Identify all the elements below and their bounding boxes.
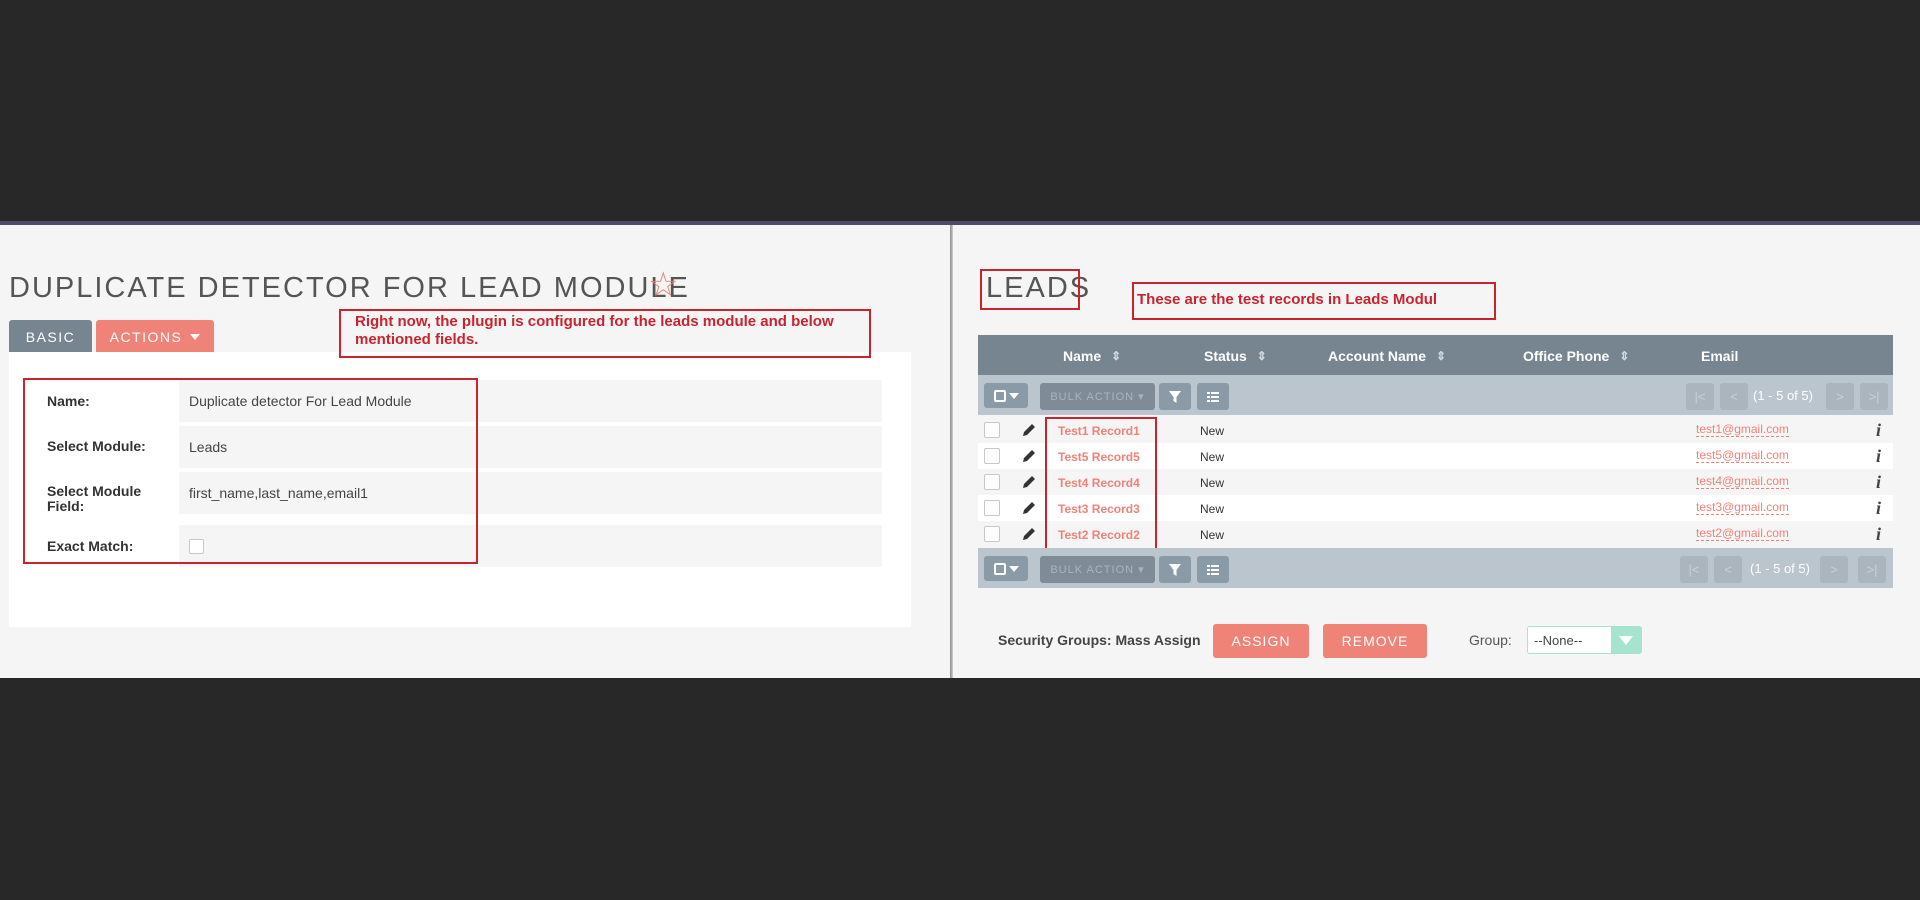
- row-checkbox[interactable]: [984, 422, 1000, 438]
- pagination-count: (1 - 5 of 5): [1753, 388, 1813, 403]
- column-account-name-label: Account Name: [1328, 348, 1427, 364]
- first-page-button[interactable]: |<: [1680, 556, 1708, 583]
- edit-pencil-icon[interactable]: [1020, 499, 1038, 517]
- select-all-dropdown[interactable]: [984, 556, 1028, 581]
- sort-icon: ⇕: [1619, 349, 1630, 363]
- table-header: Name ⇕ Status ⇕ Account Name ⇕ Office Phone…: [978, 335, 1893, 375]
- list-icon: [1207, 391, 1219, 402]
- next-page-button[interactable]: >: [1826, 383, 1854, 410]
- column-status[interactable]: Status ⇕: [1204, 348, 1267, 364]
- info-icon[interactable]: i: [1876, 446, 1881, 467]
- column-chooser-button[interactable]: [1197, 556, 1229, 583]
- actions-label: ACTIONS: [109, 328, 183, 345]
- tab-basic[interactable]: BASIC: [9, 320, 92, 353]
- column-account-name[interactable]: Account Name ⇕: [1328, 348, 1446, 364]
- last-page-button[interactable]: >|: [1860, 383, 1888, 410]
- lead-email-link[interactable]: test1@gmail.com: [1696, 422, 1789, 437]
- edit-pencil-icon[interactable]: [1020, 421, 1038, 439]
- assign-button[interactable]: ASSIGN: [1213, 624, 1309, 658]
- records-names-annotation-box: [1045, 417, 1157, 551]
- list-icon: [1207, 564, 1219, 575]
- lead-status: New: [1200, 528, 1225, 542]
- group-select-value: --None--: [1534, 633, 1583, 648]
- chevron-down-icon: [1008, 392, 1019, 399]
- lead-email-link[interactable]: test4@gmail.com: [1696, 474, 1789, 489]
- sort-icon: ⇕: [1436, 349, 1447, 363]
- info-icon[interactable]: i: [1876, 498, 1881, 519]
- actions-dropdown-button[interactable]: ACTIONS: [96, 320, 214, 353]
- panel-divider[interactable]: [950, 225, 953, 678]
- lead-status: New: [1200, 476, 1225, 490]
- table-toolbar-top: BULK ACTION ▾ |< < (1 - 5 of 5) > >|: [978, 375, 1893, 415]
- fields-annotation-box: [23, 378, 478, 564]
- column-email[interactable]: Email: [1701, 348, 1738, 364]
- bulk-action-button[interactable]: BULK ACTION ▾: [1040, 556, 1155, 583]
- prev-page-button[interactable]: <: [1714, 556, 1742, 583]
- bulk-action-button[interactable]: BULK ACTION ▾: [1040, 383, 1155, 410]
- filter-icon: [1169, 563, 1181, 576]
- column-office-phone[interactable]: Office Phone ⇕: [1523, 348, 1629, 364]
- row-checkbox[interactable]: [984, 500, 1000, 516]
- sort-icon: ⇕: [1111, 349, 1122, 363]
- info-icon[interactable]: i: [1876, 420, 1881, 441]
- lead-status: New: [1200, 424, 1225, 438]
- filter-icon: [1169, 390, 1181, 403]
- column-email-label: Email: [1701, 348, 1739, 364]
- chevron-down-icon: [1008, 565, 1019, 572]
- group-select[interactable]: --None--: [1527, 626, 1642, 654]
- lead-status: New: [1200, 502, 1225, 516]
- checkbox-icon: [993, 389, 1006, 402]
- group-label: Group:: [1469, 632, 1512, 648]
- leads-title-annotation-box: [980, 269, 1080, 310]
- remove-button[interactable]: REMOVE: [1323, 624, 1427, 658]
- sort-icon: ⇕: [1256, 349, 1267, 363]
- plugin-annotation-text: Right now, the plugin is configured for …: [355, 313, 834, 348]
- filter-button[interactable]: [1159, 556, 1191, 583]
- lead-status: New: [1200, 450, 1225, 464]
- filter-button[interactable]: [1159, 383, 1191, 410]
- edit-pencil-icon[interactable]: [1020, 473, 1038, 491]
- column-chooser-button[interactable]: [1197, 383, 1229, 410]
- table-toolbar-bottom: BULK ACTION ▾ |< < (1 - 5 of 5) > >|: [978, 548, 1893, 588]
- favorite-star-icon[interactable]: ☆: [648, 268, 678, 302]
- info-icon[interactable]: i: [1876, 524, 1881, 545]
- remove-label: REMOVE: [1341, 633, 1409, 649]
- column-office-phone-label: Office Phone: [1523, 348, 1610, 364]
- page-title: DUPLICATE DETECTOR FOR LEAD MODULE: [9, 272, 690, 304]
- row-checkbox[interactable]: [984, 448, 1000, 464]
- select-arrow: [1611, 627, 1641, 653]
- assign-label: ASSIGN: [1231, 633, 1291, 649]
- security-groups-label: Security Groups: Mass Assign: [998, 632, 1201, 648]
- lead-email-link[interactable]: test3@gmail.com: [1696, 500, 1789, 515]
- info-icon[interactable]: i: [1876, 472, 1881, 493]
- first-page-button[interactable]: |<: [1686, 383, 1714, 410]
- edit-pencil-icon[interactable]: [1020, 525, 1038, 543]
- row-checkbox[interactable]: [984, 526, 1000, 542]
- top-border: [0, 221, 1920, 225]
- lead-email-link[interactable]: test5@gmail.com: [1696, 448, 1789, 463]
- records-annotation-text: These are the test records in Leads Modu…: [1137, 291, 1438, 308]
- next-page-button[interactable]: >: [1820, 556, 1848, 583]
- edit-pencil-icon[interactable]: [1020, 447, 1038, 465]
- bulk-action-label: BULK ACTION: [1050, 563, 1135, 576]
- select-all-dropdown[interactable]: [984, 383, 1028, 408]
- bulk-action-label: BULK ACTION: [1050, 390, 1135, 403]
- pagination-count: (1 - 5 of 5): [1750, 561, 1810, 576]
- chevron-down-icon: [1619, 635, 1633, 645]
- chevron-down-icon: [190, 333, 201, 340]
- prev-page-button[interactable]: <: [1720, 383, 1748, 410]
- row-checkbox[interactable]: [984, 474, 1000, 490]
- checkbox-icon: [993, 562, 1006, 575]
- lead-email-link[interactable]: test2@gmail.com: [1696, 526, 1789, 541]
- last-page-button[interactable]: >|: [1858, 556, 1886, 583]
- column-name-label: Name: [1063, 348, 1102, 364]
- column-name[interactable]: Name ⇕: [1063, 348, 1121, 364]
- tab-basic-label: BASIC: [25, 328, 76, 345]
- column-status-label: Status: [1204, 348, 1247, 364]
